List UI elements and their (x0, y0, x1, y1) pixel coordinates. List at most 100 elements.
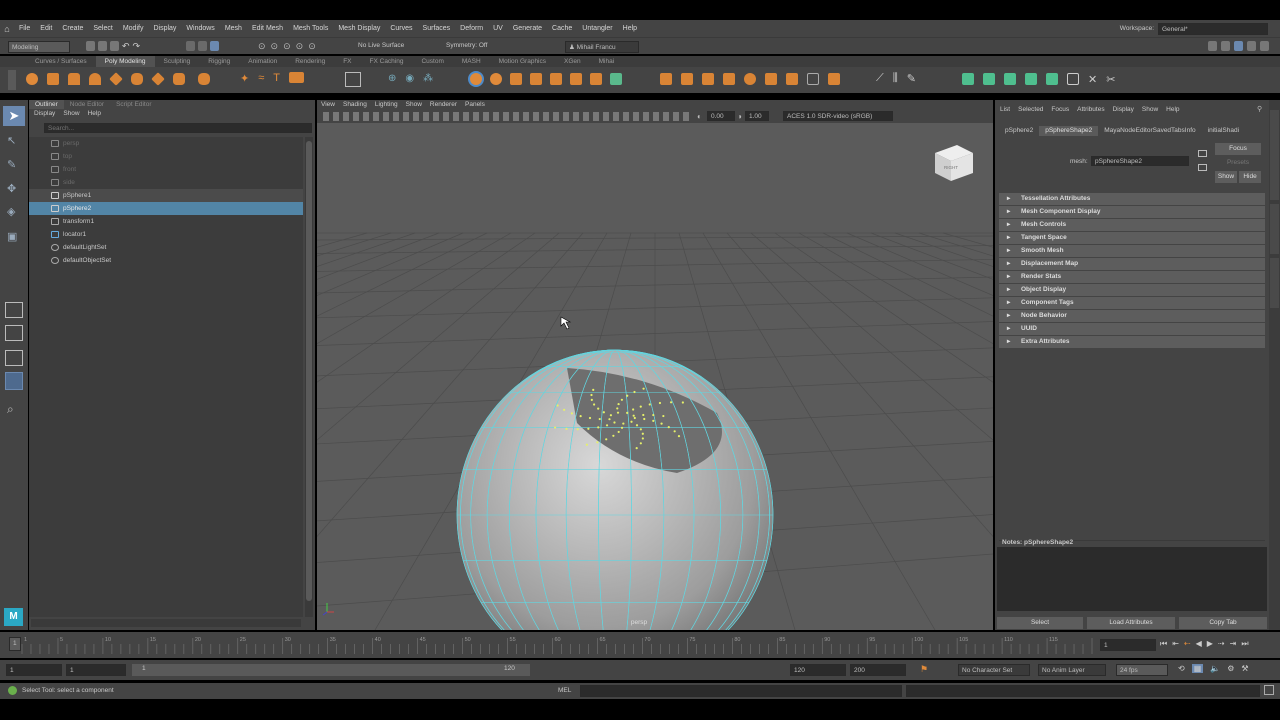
redo-icon[interactable]: ↷ (133, 41, 141, 52)
focus-button[interactable]: Focus (1215, 143, 1261, 155)
target-weld-icon[interactable]: ⊕ (388, 73, 396, 84)
separate-icon[interactable] (490, 73, 502, 85)
menu-modify[interactable]: Modify (118, 25, 149, 32)
viewport-scene[interactable]: persp RIGHT (317, 123, 993, 630)
section-render-stats[interactable]: Render Stats (999, 271, 1265, 283)
attr-menu-show[interactable]: Show (1142, 106, 1158, 113)
scene-start-field[interactable]: 1 (6, 664, 62, 676)
tab-script-editor[interactable]: Script Editor (110, 100, 157, 109)
open-scene-icon[interactable] (98, 41, 107, 51)
play-forward-icon[interactable]: ▶ (1207, 639, 1213, 649)
anim-layer-dropdown[interactable]: No Anim Layer (1038, 664, 1106, 676)
shelf-tab-fx-caching[interactable]: FX Caching (361, 56, 413, 67)
rotate-tool-icon[interactable]: ◈ (7, 205, 15, 218)
attr-tab-psphereshape2[interactable]: pSphereShape2 (1039, 126, 1099, 136)
attribute-editor-tab[interactable] (1270, 204, 1279, 254)
step-forward-icon[interactable]: ⇢ (1218, 639, 1225, 649)
copy-tab-button[interactable]: Copy Tab (1179, 617, 1267, 629)
menu-help[interactable]: Help (618, 25, 642, 32)
section-smooth-mesh[interactable]: Smooth Mesh (999, 245, 1265, 257)
undo-icon[interactable]: ↶ (122, 41, 130, 52)
menu-windows[interactable]: Windows (181, 25, 219, 32)
layout-channel-icon[interactable] (1260, 41, 1269, 51)
fill-hole-icon[interactable] (590, 73, 602, 85)
attr-menu-focus[interactable]: Focus (1051, 106, 1069, 113)
super-shape-icon[interactable]: ✦ (240, 72, 249, 85)
snap-curve-icon[interactable]: ⊙ (271, 41, 279, 52)
spherical-uv-icon[interactable] (1004, 73, 1016, 85)
save-scene-icon[interactable] (110, 41, 119, 51)
outliner-scrollbar[interactable] (305, 137, 313, 617)
section-node-behavior[interactable]: Node Behavior (999, 310, 1265, 322)
snap-view-icon[interactable]: ⊙ (296, 41, 304, 52)
shelf-tab-rendering[interactable]: Rendering (286, 56, 334, 67)
attr-menu-help[interactable]: Help (1166, 106, 1179, 113)
attr-menu-display[interactable]: Display (1113, 106, 1134, 113)
tab-outliner[interactable]: Outliner (29, 100, 64, 109)
outliner-hscrollbar[interactable] (31, 619, 301, 627)
colorspace-dropdown[interactable]: ACES 1.0 SDR-video (sRGB) (783, 111, 893, 121)
snap-grid-icon[interactable]: ⊙ (258, 41, 266, 52)
section-mesh-controls[interactable]: Mesh Controls (999, 219, 1265, 231)
outliner-item-persp[interactable]: persp (29, 137, 303, 150)
sweep-mesh-icon[interactable]: ≈ (258, 72, 264, 85)
layout-attr-icon[interactable] (1234, 41, 1243, 51)
viewcube[interactable]: RIGHT (935, 145, 973, 181)
current-frame-field[interactable]: 1 (1100, 639, 1156, 651)
section-object-display[interactable]: Object Display (999, 284, 1265, 296)
shelf-tab-curves-surfaces[interactable]: Curves / Surfaces (26, 56, 96, 67)
section-uuid[interactable]: UUID (999, 323, 1265, 335)
viewport-menu-view[interactable]: View (317, 100, 339, 110)
shelf-tab-rigging[interactable]: Rigging (199, 56, 239, 67)
playback-end-field[interactable]: 120 (790, 664, 846, 676)
multi-cut-icon[interactable]: ⁂ (423, 73, 433, 84)
poly-plane-icon[interactable] (109, 72, 123, 86)
step-forward-key-icon[interactable]: ⇥ (1230, 639, 1237, 649)
section-displacement-map[interactable]: Displacement Map (999, 258, 1265, 270)
menu-file[interactable]: File (14, 25, 35, 32)
shelf-tab-animation[interactable]: Animation (239, 56, 286, 67)
command-input[interactable] (580, 685, 902, 697)
menu-select[interactable]: Select (88, 25, 117, 32)
shelf-tab-sculpting[interactable]: Sculpting (155, 56, 200, 67)
auto-uv-icon[interactable] (1025, 73, 1037, 85)
presets-button[interactable]: Presets (1215, 157, 1261, 169)
circularize-icon[interactable] (828, 73, 840, 85)
menu-mesh-tools[interactable]: Mesh Tools (288, 25, 333, 32)
smooth-icon[interactable] (550, 73, 562, 85)
hide-button[interactable]: Hide (1239, 171, 1261, 183)
notes-field[interactable] (997, 547, 1267, 611)
outliner-item-defaultlightset[interactable]: defaultLightSet (29, 241, 303, 254)
outliner-item-side[interactable]: side (29, 176, 303, 189)
cut-uv-icon[interactable]: ✂ (1106, 73, 1115, 86)
outliner-item-top[interactable]: top (29, 150, 303, 163)
viewport-panel[interactable]: View Shading Lighting Show Renderer Panels ◐ … (317, 100, 993, 630)
layout-toolbox-icon[interactable] (1247, 41, 1256, 51)
channel-box-tab[interactable] (1270, 110, 1279, 200)
attr-tab-mayanodeeditorsavedtabsinfo[interactable]: MayaNodeEditorSavedTabsInfo (1098, 126, 1201, 136)
outliner-menu-help[interactable]: Help (88, 110, 101, 117)
shelf-tab-fx[interactable]: FX (334, 56, 360, 67)
go-to-start-icon[interactable]: ⏮ (1160, 639, 1167, 649)
section-component-tags[interactable]: Component Tags (999, 297, 1265, 309)
collapse-icon[interactable] (765, 73, 777, 85)
play-back-icon[interactable]: ◀ (1196, 639, 1202, 649)
attr-menu-list[interactable]: List (1000, 106, 1010, 113)
attr-menu-selected[interactable]: Selected (1018, 106, 1043, 113)
gamma-field[interactable]: 1.00 (745, 111, 769, 121)
single-view-icon[interactable] (5, 302, 23, 318)
merge-icon[interactable] (744, 73, 756, 85)
menu-mesh-display[interactable]: Mesh Display (333, 25, 385, 32)
menu-untangler[interactable]: Untangler (577, 25, 617, 32)
menu-edit[interactable]: Edit (35, 25, 57, 32)
go-to-output-icon[interactable] (1198, 164, 1207, 171)
go-to-end-icon[interactable]: ⏭ (1241, 639, 1248, 649)
knife-icon[interactable]: ⟋ (876, 72, 884, 85)
outliner-item-psphere1[interactable]: pSphere1 (29, 189, 303, 202)
wrench-icon[interactable]: ⚒ (1241, 664, 1248, 673)
attr-menu-attributes[interactable]: Attributes (1077, 106, 1104, 113)
mesh-name-field[interactable]: pSphereShape2 (1091, 156, 1189, 166)
extrude-icon[interactable] (660, 73, 672, 85)
svg-icon[interactable] (289, 72, 304, 83)
viewport-menu-panels[interactable]: Panels (461, 100, 489, 110)
